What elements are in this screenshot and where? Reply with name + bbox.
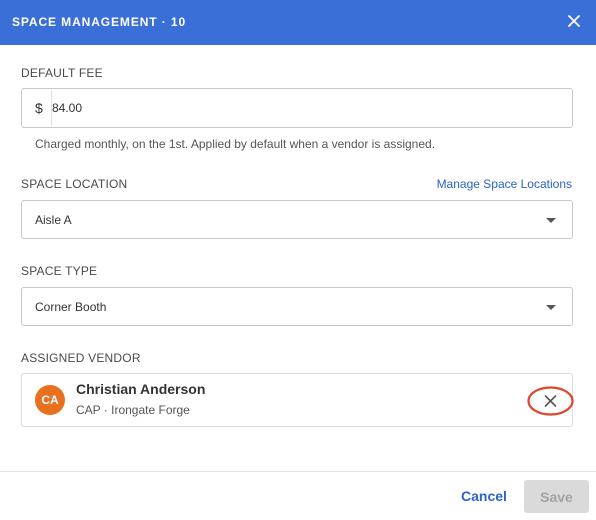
assigned-vendor-label: ASSIGNED VENDOR bbox=[21, 351, 141, 365]
footer-divider bbox=[0, 471, 596, 472]
vendor-meta: CAP · Irongate Forge bbox=[76, 403, 190, 417]
remove-vendor-button[interactable] bbox=[527, 386, 574, 416]
vendor-name: Christian Anderson bbox=[76, 381, 206, 397]
space-location-select[interactable]: Aisle A bbox=[21, 200, 573, 239]
space-location-value: Aisle A bbox=[35, 213, 72, 227]
space-type-label: SPACE TYPE bbox=[21, 264, 98, 278]
space-location-label: SPACE LOCATION bbox=[21, 177, 128, 191]
space-type-select[interactable]: Corner Booth bbox=[21, 287, 573, 326]
currency-symbol: $ bbox=[35, 100, 43, 116]
default-fee-input[interactable] bbox=[52, 90, 552, 126]
avatar: CA bbox=[35, 385, 65, 415]
chevron-down-icon bbox=[546, 305, 556, 310]
default-fee-hint: Charged monthly, on the 1st. Applied by … bbox=[35, 137, 436, 151]
assigned-vendor-card: CA Christian Anderson CAP · Irongate For… bbox=[21, 373, 574, 427]
space-management-dialog: SPACE MANAGEMENT · 10 DEFAULT FEE $ Char… bbox=[0, 0, 596, 520]
close-icon bbox=[544, 395, 557, 407]
dialog-title: SPACE MANAGEMENT · 10 bbox=[12, 15, 187, 29]
space-type-value: Corner Booth bbox=[35, 300, 107, 314]
manage-space-locations-link[interactable]: Manage Space Locations bbox=[437, 177, 572, 191]
default-fee-label: DEFAULT FEE bbox=[21, 66, 103, 80]
default-fee-field[interactable]: $ bbox=[21, 88, 573, 128]
save-button[interactable]: Save bbox=[524, 480, 589, 513]
dialog-header: SPACE MANAGEMENT · 10 bbox=[0, 0, 596, 45]
close-icon[interactable] bbox=[566, 13, 582, 29]
cancel-button[interactable]: Cancel bbox=[461, 488, 507, 504]
chevron-down-icon bbox=[546, 218, 556, 223]
